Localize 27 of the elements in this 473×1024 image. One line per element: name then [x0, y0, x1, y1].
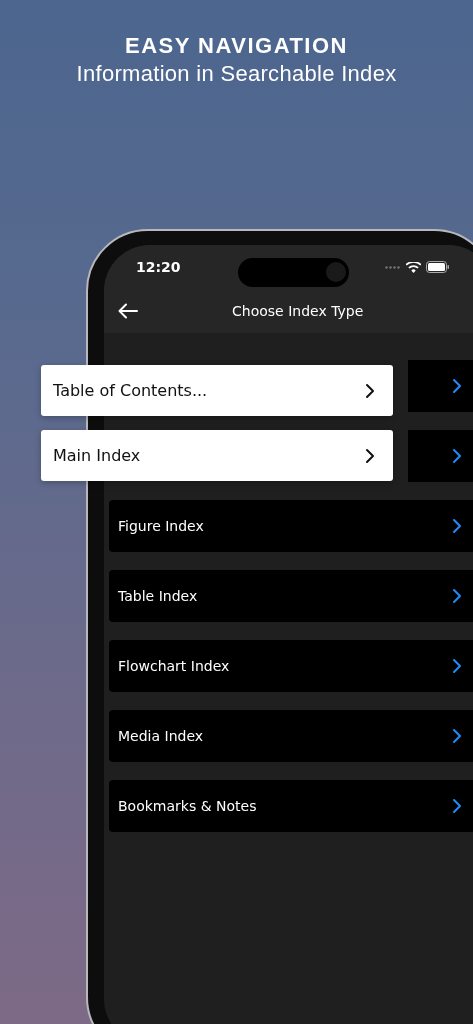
chevron-icon: [452, 448, 462, 464]
chevron-icon: [365, 447, 375, 464]
index-row-end[interactable]: [408, 360, 473, 412]
chevron-icon: [452, 378, 462, 394]
index-row[interactable]: Bookmarks & Notes: [109, 780, 473, 832]
wifi-icon: [406, 261, 421, 273]
chevron-icon: [452, 518, 462, 534]
battery-icon: [426, 261, 450, 273]
index-row[interactable]: Media Index: [109, 710, 473, 762]
camera-icon: [326, 262, 346, 282]
index-row[interactable]: Flowchart Index: [109, 640, 473, 692]
back-arrow-icon[interactable]: [118, 303, 138, 319]
callout-row[interactable]: Table of Contents...: [41, 365, 393, 416]
headline-subtitle: Information in Searchable Index: [76, 61, 397, 87]
chevron-icon: [365, 382, 375, 399]
signal-icon: [385, 265, 401, 269]
status-time: 12:20: [136, 259, 182, 275]
headline-title: EASY NAVIGATION: [125, 33, 348, 59]
chevron-icon: [452, 728, 462, 744]
callout-row[interactable]: Main Index: [41, 430, 393, 481]
index-row-end[interactable]: [408, 430, 473, 482]
chevron-icon: [452, 658, 462, 674]
chevron-icon: [452, 798, 462, 814]
index-row[interactable]: Figure Index: [109, 500, 473, 552]
chevron-icon: [452, 588, 462, 604]
screen-title: Choose Index Type: [232, 303, 364, 319]
index-row[interactable]: Table Index: [109, 570, 473, 622]
